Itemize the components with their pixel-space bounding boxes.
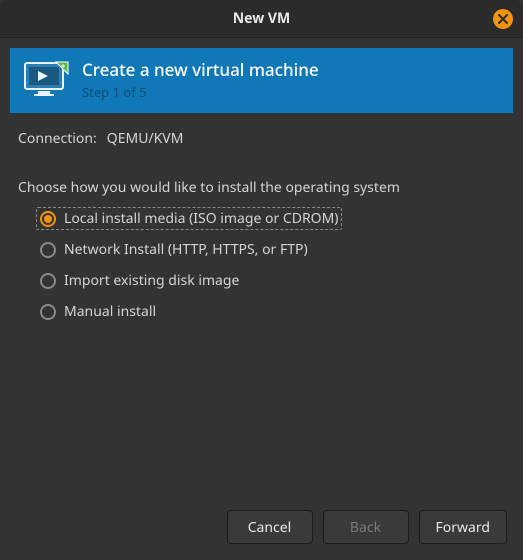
close-icon — [498, 14, 508, 24]
radio-label: Local install media (ISO image or CDROM) — [64, 209, 338, 228]
button-label: Cancel — [248, 518, 292, 537]
connection-value: QEMU/KVM — [107, 129, 184, 148]
button-label: Forward — [436, 518, 491, 537]
close-button[interactable] — [493, 9, 513, 29]
vm-monitor-icon: + — [24, 60, 70, 100]
install-method-group: Local install media (ISO image or CDROM)… — [18, 207, 505, 323]
radio-label: Import existing disk image — [64, 271, 239, 290]
button-row: Cancel Back Forward — [0, 500, 523, 560]
titlebar: New VM — [0, 0, 523, 38]
window-title: New VM — [233, 9, 290, 28]
svg-text:+: + — [61, 61, 66, 72]
button-label: Back — [350, 518, 381, 537]
forward-button[interactable]: Forward — [419, 510, 508, 544]
radio-indicator — [40, 304, 56, 320]
radio-indicator — [40, 273, 56, 289]
radio-indicator — [40, 242, 56, 258]
connection-row: Connection: QEMU/KVM — [18, 129, 505, 148]
wizard-content: Connection: QEMU/KVM Choose how you woul… — [0, 113, 523, 500]
connection-label: Connection: — [18, 129, 97, 148]
radio-label: Network Install (HTTP, HTTPS, or FTP) — [64, 240, 308, 259]
banner-title: Create a new virtual machine — [82, 58, 319, 81]
radio-local-media[interactable]: Local install media (ISO image or CDROM) — [36, 207, 342, 230]
radio-label: Manual install — [64, 302, 156, 321]
banner-step: Step 1 of 5 — [82, 83, 319, 101]
radio-indicator — [40, 211, 56, 227]
radio-manual-install[interactable]: Manual install — [36, 300, 160, 323]
install-prompt: Choose how you would like to install the… — [18, 178, 505, 197]
radio-network-install[interactable]: Network Install (HTTP, HTTPS, or FTP) — [36, 238, 312, 261]
back-button: Back — [323, 510, 409, 544]
new-vm-window: New VM + Create a new virtual machine St… — [0, 0, 523, 560]
wizard-banner: + Create a new virtual machine Step 1 of… — [10, 48, 513, 113]
cancel-button[interactable]: Cancel — [227, 510, 313, 544]
radio-import-disk[interactable]: Import existing disk image — [36, 269, 243, 292]
